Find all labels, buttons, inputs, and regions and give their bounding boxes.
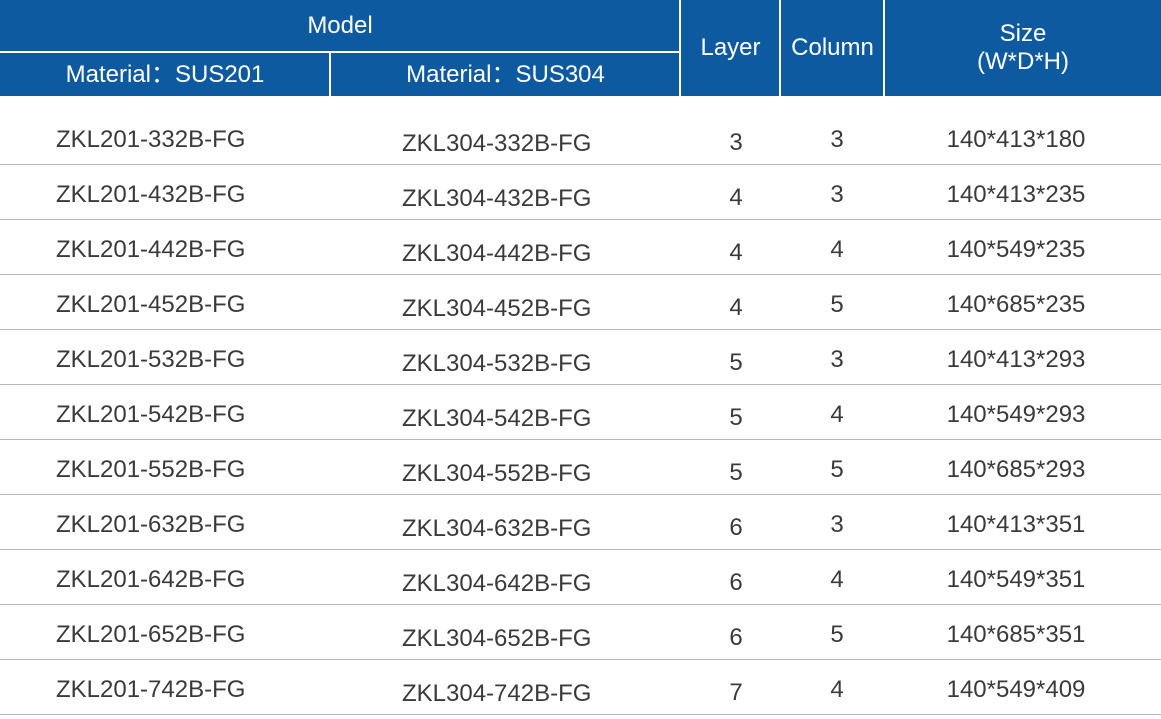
cell-model-sus201: ZKL201-742B-FG (56, 676, 246, 703)
header-material-sus201: Material：SUS201 (65, 60, 265, 88)
cell-model-sus304: ZKL304-632B-FG (402, 515, 592, 542)
cell-model-sus304: ZKL304-542B-FG (402, 405, 592, 432)
cell-layer: 5 (729, 404, 743, 431)
spec-table: Model Material：SUS201 Material：SUS304 La… (0, 0, 1161, 719)
cell-model-sus201: ZKL201-642B-FG (56, 566, 246, 593)
cell-size: 140*685*235 (946, 291, 1086, 318)
cell-model-sus304: ZKL304-442B-FG (402, 240, 592, 267)
cell-column: 3 (830, 126, 844, 153)
cell-model-sus201: ZKL201-432B-FG (56, 181, 246, 208)
table-row: ZKL201-432B-FG ZKL304-432B-FG 4 3 140*413*23… (0, 165, 1161, 220)
cell-model-sus304: ZKL304-552B-FG (402, 460, 592, 487)
cell-size: 140*549*351 (946, 566, 1086, 593)
cell-column: 5 (830, 456, 844, 483)
header-divider-material (329, 53, 331, 96)
cell-model-sus201: ZKL201-442B-FG (56, 236, 246, 263)
cell-model-sus201: ZKL201-632B-FG (56, 511, 246, 538)
cell-column: 4 (830, 566, 844, 593)
table-row: ZKL201-552B-FG ZKL304-552B-FG 5 5 140*685*29… (0, 440, 1161, 495)
cell-model-sus304: ZKL304-532B-FG (402, 350, 592, 377)
cell-size: 140*413*180 (946, 126, 1086, 153)
cell-model-sus201: ZKL201-652B-FG (56, 621, 246, 648)
cell-model-sus304: ZKL304-452B-FG (402, 295, 592, 322)
cell-layer: 5 (729, 349, 743, 376)
cell-column: 4 (830, 401, 844, 428)
cell-column: 3 (830, 511, 844, 538)
cell-model-sus304: ZKL304-742B-FG (402, 680, 592, 707)
cell-layer: 4 (729, 184, 743, 211)
cell-column: 5 (830, 291, 844, 318)
header-divider-horizontal (0, 51, 680, 53)
cell-size: 140*413*351 (946, 511, 1086, 538)
cell-column: 4 (830, 676, 844, 703)
cell-layer: 7 (729, 679, 743, 706)
table-row: ZKL201-542B-FG ZKL304-542B-FG 5 4 140*549*29… (0, 385, 1161, 440)
cell-column: 3 (830, 346, 844, 373)
table-row: ZKL201-452B-FG ZKL304-452B-FG 4 5 140*685*23… (0, 275, 1161, 330)
table-header: Model Material：SUS201 Material：SUS304 La… (0, 0, 1161, 96)
cell-size: 140*413*293 (946, 346, 1086, 373)
cell-layer: 6 (729, 569, 743, 596)
table-row: ZKL201-742B-FG ZKL304-742B-FG 7 4 140*549*40… (0, 660, 1161, 715)
header-material-sus304: Material：SUS304 (406, 60, 605, 88)
cell-size: 140*549*409 (946, 676, 1086, 703)
header-divider-layer (779, 0, 781, 96)
cell-size: 140*413*235 (946, 181, 1086, 208)
cell-size: 140*549*293 (946, 401, 1086, 428)
header-column: Column (791, 34, 874, 62)
table-row: ZKL201-652B-FG ZKL304-652B-FG 6 5 140*685*35… (0, 605, 1161, 660)
cell-column: 4 (830, 236, 844, 263)
cell-model-sus304: ZKL304-652B-FG (402, 625, 592, 652)
cell-model-sus304: ZKL304-432B-FG (402, 185, 592, 212)
cell-model-sus304: ZKL304-332B-FG (402, 130, 592, 157)
cell-column: 5 (830, 621, 844, 648)
header-model: Model (307, 12, 373, 40)
table-row: ZKL201-532B-FG ZKL304-532B-FG 5 3 140*413*29… (0, 330, 1161, 385)
header-size-label: Size (999, 20, 1047, 48)
header-divider-column (883, 0, 885, 96)
cell-layer: 4 (729, 239, 743, 266)
cell-model-sus201: ZKL201-532B-FG (56, 346, 246, 373)
table-row: ZKL201-332B-FG ZKL304-332B-FG 3 3 140*413*18… (0, 110, 1161, 165)
cell-size: 140*685*351 (946, 621, 1086, 648)
header-size: Size (W*D*H) (885, 0, 1161, 96)
cell-column: 3 (830, 181, 844, 208)
cell-model-sus304: ZKL304-642B-FG (402, 570, 592, 597)
cell-model-sus201: ZKL201-542B-FG (56, 401, 246, 428)
cell-layer: 4 (729, 294, 743, 321)
cell-size: 140*549*235 (946, 236, 1086, 263)
table-row: ZKL201-642B-FG ZKL304-642B-FG 6 4 140*549*35… (0, 550, 1161, 605)
cell-model-sus201: ZKL201-332B-FG (56, 126, 246, 153)
cell-layer: 3 (729, 129, 743, 156)
header-size-units: (W*D*H) (977, 48, 1069, 75)
cell-model-sus201: ZKL201-452B-FG (56, 291, 246, 318)
header-divider-model (679, 0, 681, 96)
cell-model-sus201: ZKL201-552B-FG (56, 456, 246, 483)
header-layer: Layer (700, 34, 761, 62)
cell-layer: 6 (729, 624, 743, 651)
table-row: ZKL201-442B-FG ZKL304-442B-FG 4 4 140*549*23… (0, 220, 1161, 275)
table-row: ZKL201-632B-FG ZKL304-632B-FG 6 3 140*413*35… (0, 495, 1161, 550)
cell-size: 140*685*293 (946, 456, 1086, 483)
cell-layer: 6 (729, 514, 743, 541)
cell-layer: 5 (729, 459, 743, 486)
